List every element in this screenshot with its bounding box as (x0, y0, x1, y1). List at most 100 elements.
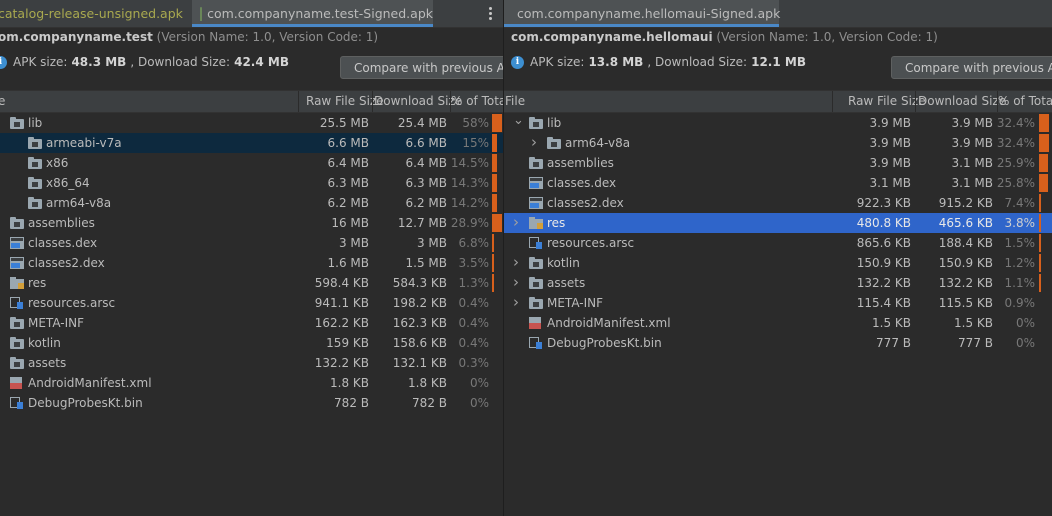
raw-size: 3.9 MB (869, 156, 911, 170)
column-percent-of-total[interactable]: % of Total (451, 94, 503, 108)
raw-size: 115.4 KB (856, 296, 911, 310)
table-row[interactable]: META-INF 162.2 KB 162.3 KB 0.4% (0, 313, 503, 333)
chevron-right-icon[interactable]: › (513, 273, 523, 291)
table-row[interactable]: assemblies 16 MB 12.7 MB 28.9% (0, 213, 503, 233)
raw-size: 132.2 KB (314, 356, 369, 370)
raw-size: 3.9 MB (869, 116, 911, 130)
size-bar (1039, 174, 1048, 192)
table-row[interactable]: › res 480.8 KB 465.6 KB 3.8% (504, 213, 1052, 233)
download-size: 915.2 KB (938, 196, 993, 210)
folder-icon (10, 357, 24, 369)
column-file[interactable]: e (0, 94, 5, 108)
tab-hellomaui-signed[interactable]: com.companyname.hellomaui-Signed.apk (504, 0, 780, 27)
file-name: kotlin (547, 256, 580, 270)
info-icon: i (511, 55, 524, 69)
chevron-right-icon[interactable]: › (513, 253, 523, 271)
table-row[interactable]: › META-INF 115.4 KB 115.5 KB 0.9% (504, 293, 1052, 313)
download-size: 132.2 KB (938, 276, 993, 290)
table-header: File Raw File Size Download Size % of To… (504, 90, 1052, 113)
apk-size-label: APK size: (13, 55, 68, 69)
download-size: 1.5 KB (954, 316, 993, 330)
column-download-size[interactable]: Download Size (374, 94, 462, 108)
raw-size: 3.9 MB (869, 136, 911, 150)
table-row[interactable]: › kotlin 150.9 KB 150.9 KB 1.2% (504, 253, 1052, 273)
percent-of-total: 0% (469, 376, 489, 390)
raw-size: 3 MB (338, 236, 369, 250)
table-row[interactable]: › x86 6.4 MB 6.4 MB 14.5% (0, 153, 503, 173)
table-row[interactable]: assets 132.2 KB 132.1 KB 0.3% (0, 353, 503, 373)
table-row[interactable]: › armeabi-v7a 6.6 MB 6.6 MB 15% (0, 133, 503, 153)
tab-test-signed[interactable]: com.companyname.test-Signed.apk (192, 0, 433, 27)
table-row[interactable]: classes2.dex 922.3 KB 915.2 KB 7.4% (504, 193, 1052, 213)
apk-file-icon (200, 6, 203, 21)
table-row[interactable]: classes.dex 3 MB 3 MB 6.8% (0, 233, 503, 253)
table-row[interactable]: ⌄ lib 3.9 MB 3.9 MB 32.4% (504, 113, 1052, 133)
table-row[interactable]: AndroidManifest.xml 1.5 KB 1.5 KB 0% (504, 313, 1052, 333)
size-bar (1039, 214, 1041, 232)
table-row[interactable]: DebugProbesKt.bin 777 B 777 B 0% (504, 333, 1052, 353)
download-size: 1.5 MB (405, 256, 447, 270)
raw-size: 1.5 KB (872, 316, 911, 330)
compare-previous-apk-button[interactable]: Compare with previous APK (891, 56, 1052, 79)
folder-icon (547, 137, 561, 149)
size-bar (1039, 254, 1041, 272)
table-row[interactable]: resources.arsc 865.6 KB 188.4 KB 1.5% (504, 233, 1052, 253)
percent-of-total: 3.5% (458, 256, 490, 270)
percent-of-total: 25.8% (996, 176, 1035, 190)
table-row[interactable]: › arm64-v8a 3.9 MB 3.9 MB 32.4% (504, 133, 1052, 153)
res-folder-icon (529, 217, 543, 229)
file-name: classes.dex (547, 176, 617, 190)
table-row[interactable]: › assets 132.2 KB 132.2 KB 1.1% (504, 273, 1052, 293)
percent-of-total: 25.9% (996, 156, 1035, 170)
tab-catalog-release-unsigned[interactable]: catalog-release-unsigned.apk ✕ (0, 0, 202, 27)
table-row[interactable]: classes.dex 3.1 MB 3.1 MB 25.8% (504, 173, 1052, 193)
raw-size: 922.3 KB (856, 196, 911, 210)
package-info: com.companyname.hellomaui (Version Name:… (511, 30, 938, 44)
download-size: 132.1 KB (392, 356, 447, 370)
table-row[interactable]: › arm64-v8a 6.2 MB 6.2 MB 14.2% (0, 193, 503, 213)
column-percent-of-total[interactable]: % of Total (998, 94, 1052, 108)
download-size: 25.4 MB (397, 116, 447, 130)
percent-of-total: 32.4% (996, 116, 1035, 130)
size-summary: i APK size: 13.8 MB , Download Size: 12.… (511, 55, 810, 69)
table-row[interactable]: resources.arsc 941.1 KB 198.2 KB 0.4% (0, 293, 503, 313)
file-name: DebugProbesKt.bin (28, 396, 143, 410)
download-size: 584.3 KB (392, 276, 447, 290)
table-row[interactable]: DebugProbesKt.bin 782 B 782 B 0% (0, 393, 503, 413)
size-bar (492, 114, 502, 132)
download-size: 782 B (412, 396, 447, 410)
folder-icon (10, 317, 24, 329)
raw-size: 3.1 MB (869, 176, 911, 190)
percent-of-total: 0% (1015, 316, 1035, 330)
more-options-icon[interactable] (483, 0, 497, 27)
table-row[interactable]: ⌄ lib 25.5 MB 25.4 MB 58% (0, 113, 503, 133)
table-row[interactable]: AndroidManifest.xml 1.8 KB 1.8 KB 0% (0, 373, 503, 393)
percent-of-total: 58% (462, 116, 489, 130)
column-file[interactable]: File (505, 94, 525, 108)
tab-label: catalog-release-unsigned.apk (0, 6, 183, 21)
chevron-right-icon[interactable]: › (513, 213, 523, 231)
size-summary: i APK size: 48.3 MB , Download Size: 42.… (0, 55, 293, 69)
chevron-right-icon[interactable]: › (513, 293, 523, 311)
arsc-file-icon (10, 297, 23, 309)
version-text: (Version Name: 1.0, Version Code: 1) (716, 30, 938, 44)
table-row[interactable]: assemblies 3.9 MB 3.1 MB 25.9% (504, 153, 1052, 173)
raw-size: 598.4 KB (314, 276, 369, 290)
column-raw-file-size[interactable]: Raw File Size (848, 94, 926, 108)
table-row[interactable]: kotlin 159 KB 158.6 KB 0.4% (0, 333, 503, 353)
raw-size: 1.6 MB (327, 256, 369, 270)
download-size-label: , Download Size: (647, 55, 748, 69)
chevron-right-icon[interactable]: › (531, 133, 541, 151)
raw-size: 777 B (876, 336, 911, 350)
column-download-size[interactable]: Download Size (918, 94, 1006, 108)
download-size: 3.9 MB (951, 116, 993, 130)
size-bar (1039, 234, 1041, 252)
compare-previous-apk-button[interactable]: Compare with previous APK (340, 56, 503, 79)
table-row[interactable]: › x86_64 6.3 MB 6.3 MB 14.3% (0, 173, 503, 193)
table-row[interactable]: classes2.dex 1.6 MB 1.5 MB 3.5% (0, 253, 503, 273)
folder-icon (529, 257, 543, 269)
size-bar (492, 234, 495, 252)
table-row[interactable]: res 598.4 KB 584.3 KB 1.3% (0, 273, 503, 293)
chevron-down-icon[interactable]: ⌄ (513, 113, 524, 128)
folder-icon (28, 157, 42, 169)
